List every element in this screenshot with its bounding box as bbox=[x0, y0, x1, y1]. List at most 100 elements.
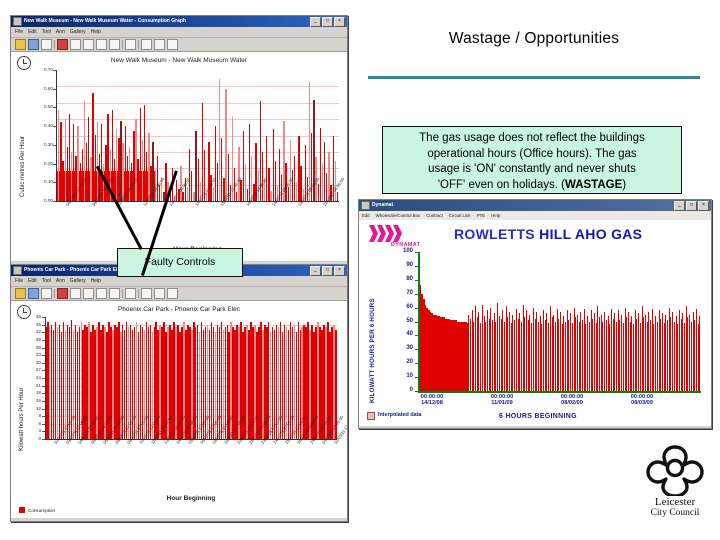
print-icon-carpark[interactable] bbox=[125, 288, 136, 299]
menubar-carpark[interactable]: File Edit Tool Ann Gallery Help bbox=[11, 276, 347, 287]
window-controls-carpark: _ □ × bbox=[310, 265, 345, 276]
minimize-button-dynamat[interactable]: _ bbox=[674, 200, 685, 211]
legend-icon-carpark[interactable] bbox=[96, 288, 107, 299]
menu-help-dynamat[interactable]: Help bbox=[491, 213, 500, 218]
menu-circuitlink-dynamat[interactable]: Circuit Link bbox=[449, 213, 471, 218]
bar bbox=[66, 146, 69, 201]
bar-chart-icon[interactable] bbox=[57, 39, 68, 50]
maximize-button-carpark[interactable]: □ bbox=[322, 265, 333, 276]
printer-setup-icon-carpark[interactable] bbox=[167, 288, 178, 299]
image-icon-carpark[interactable] bbox=[109, 288, 120, 299]
close-button[interactable]: × bbox=[334, 16, 345, 27]
toolbar-water[interactable] bbox=[11, 38, 347, 52]
menu-edit-dynamat[interactable]: Edit bbox=[362, 213, 370, 218]
zoom-out-icon[interactable] bbox=[141, 39, 152, 50]
close-button-carpark[interactable]: × bbox=[334, 265, 345, 276]
y-tick-label: 70 bbox=[406, 289, 413, 296]
menubar-water[interactable]: File Edit Tool Ann Gallery Help bbox=[11, 27, 347, 38]
grid-icon-carpark[interactable] bbox=[83, 288, 94, 299]
window-dynamat[interactable]: Dynamat _ □ × Edit Wholesale/Control Box… bbox=[358, 199, 712, 429]
menu-gallery-carpark[interactable]: Gallery bbox=[70, 277, 86, 286]
page-icon[interactable] bbox=[154, 39, 165, 50]
menu-tool[interactable]: Tool bbox=[42, 28, 51, 37]
page-icon-carpark[interactable] bbox=[154, 288, 165, 299]
menu-ann-carpark[interactable]: Ann bbox=[56, 277, 65, 286]
system-menu-icon-dynamat[interactable] bbox=[361, 201, 370, 210]
print-icon[interactable] bbox=[125, 39, 136, 50]
window-carpark-consumption[interactable]: Phoenix Car Park - Phoenix Car Park Elec… bbox=[10, 264, 348, 522]
bar bbox=[68, 113, 71, 201]
chart-dropdown-icon-carpark[interactable] bbox=[70, 288, 81, 299]
toolbar-separator-2 bbox=[122, 40, 123, 49]
bar bbox=[298, 136, 300, 201]
y-tick-label: 0.60 bbox=[44, 85, 53, 91]
open-file-icon[interactable] bbox=[15, 39, 26, 50]
menu-contract-dynamat[interactable]: Contract bbox=[426, 213, 443, 218]
title-underline-rule bbox=[368, 76, 700, 79]
zoom-out-icon-carpark[interactable] bbox=[141, 288, 152, 299]
menu-gallery[interactable]: Gallery bbox=[70, 28, 86, 37]
menu-edit-carpark[interactable]: Edit bbox=[28, 277, 37, 286]
menu-help-carpark[interactable]: Help bbox=[91, 277, 101, 286]
bar bbox=[83, 101, 86, 201]
menu-pte-dynamat[interactable]: PTE bbox=[477, 213, 486, 218]
bar bbox=[323, 141, 326, 201]
bar bbox=[182, 192, 184, 201]
minimize-button[interactable]: _ bbox=[310, 16, 321, 27]
bar bbox=[289, 139, 292, 201]
printer-setup-icon[interactable] bbox=[167, 39, 178, 50]
system-menu-icon[interactable] bbox=[13, 17, 22, 26]
bar-chart-icon-carpark[interactable] bbox=[57, 288, 68, 299]
system-menu-icon-carpark[interactable] bbox=[13, 266, 22, 275]
titlebar-dynamat[interactable]: Dynamat _ □ × bbox=[359, 200, 711, 211]
menubar-dynamat[interactable]: Edit Wholesale/Control Box Contract Circ… bbox=[359, 211, 711, 220]
y-tick-label: 15 bbox=[35, 397, 41, 403]
maximize-button[interactable]: □ bbox=[322, 16, 333, 27]
y-tick-label: 50 bbox=[406, 317, 413, 324]
maximize-button-dynamat[interactable]: □ bbox=[686, 200, 697, 211]
chart-xlabel-carpark: Hour Beginning bbox=[166, 495, 216, 502]
callout-gas-line4: 'OFF' even on holidays. (WASTAGE) bbox=[383, 178, 681, 194]
callout-gas-line2: operational hours (Office hours). The ga… bbox=[427, 147, 637, 160]
legend-icon[interactable] bbox=[96, 39, 107, 50]
legend-swatch-interpolated-icon bbox=[367, 412, 375, 420]
copy-icon[interactable] bbox=[41, 39, 52, 50]
menu-edit[interactable]: Edit bbox=[28, 28, 37, 37]
callout-gas-line3: usage is 'ON' constantly and never shuts bbox=[428, 163, 636, 175]
bar bbox=[321, 164, 324, 201]
close-button-dynamat[interactable]: × bbox=[698, 200, 709, 211]
save-icon-carpark[interactable] bbox=[28, 288, 39, 299]
grid-icon[interactable] bbox=[83, 39, 94, 50]
chart-xlabel-dynamat: 6 HOURS BEGINNING bbox=[499, 413, 577, 420]
logo-line2: City Council bbox=[650, 508, 700, 518]
y-tick-label: 0.70 bbox=[44, 67, 53, 72]
bar bbox=[236, 192, 238, 201]
logo-line1: Leicester bbox=[654, 496, 696, 508]
bar bbox=[141, 139, 144, 201]
menu-file[interactable]: File bbox=[15, 28, 23, 37]
chart-dropdown-icon[interactable] bbox=[70, 39, 81, 50]
titlebar-water[interactable]: New Walk Museum - New Walk Museum Water … bbox=[11, 16, 347, 27]
y-tick-label: 12 bbox=[35, 405, 41, 411]
toolbar-carpark[interactable] bbox=[11, 287, 347, 301]
menu-ann[interactable]: Ann bbox=[56, 28, 65, 37]
image-icon[interactable] bbox=[109, 39, 120, 50]
menu-help[interactable]: Help bbox=[91, 28, 101, 37]
bar bbox=[319, 127, 322, 201]
y-tick-label: 0.20 bbox=[44, 160, 53, 166]
legend-label-consumption: Consumption bbox=[28, 507, 56, 513]
copy-icon-carpark[interactable] bbox=[41, 288, 52, 299]
bar bbox=[218, 78, 221, 201]
bar bbox=[287, 187, 289, 201]
menu-tool-carpark[interactable]: Tool bbox=[42, 277, 51, 286]
menu-file-carpark[interactable]: File bbox=[15, 277, 23, 286]
minimize-button-carpark[interactable]: _ bbox=[310, 265, 321, 276]
callout-gas-line1: The gas usage does not reflect the build… bbox=[419, 132, 645, 144]
window-water-consumption[interactable]: New Walk Museum - New Walk Museum Water … bbox=[10, 15, 348, 265]
bar bbox=[238, 146, 240, 201]
x-tick-date: 14/12/08 bbox=[421, 400, 443, 406]
open-file-icon-carpark[interactable] bbox=[15, 288, 26, 299]
save-icon[interactable] bbox=[28, 39, 39, 50]
bar bbox=[240, 180, 242, 201]
menu-wholesale-dynamat[interactable]: Wholesale/Control Box bbox=[376, 213, 421, 218]
